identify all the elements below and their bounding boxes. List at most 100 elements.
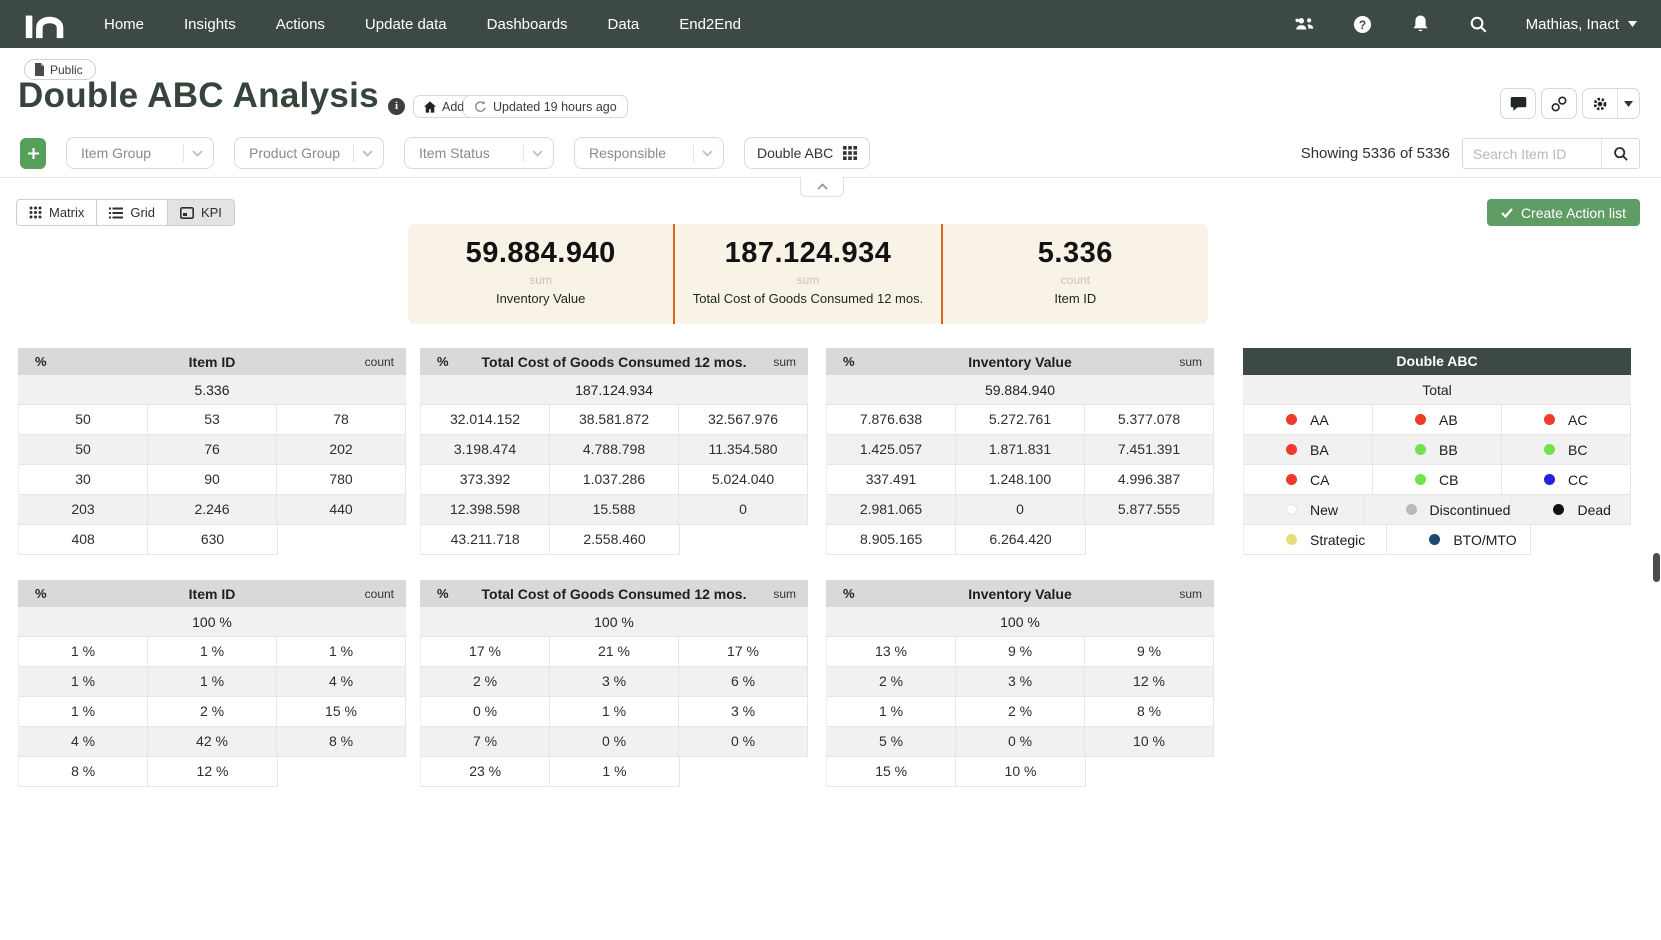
- table-cell: 1.248.100: [956, 465, 1085, 495]
- nav-item-home[interactable]: Home: [104, 16, 144, 33]
- table-cell: 408: [18, 525, 148, 555]
- table-row: 8.905.1656.264.420: [826, 525, 1214, 555]
- grid-3x3-icon: [843, 146, 857, 160]
- create-action-list-button[interactable]: Create Action list: [1487, 199, 1640, 226]
- kpi-value: 187.124.934: [675, 237, 940, 270]
- table-cell: 2 %: [956, 697, 1085, 727]
- legend-cell: CB: [1373, 465, 1502, 495]
- table-cell: 5.024.040: [679, 465, 808, 495]
- nav-item-dashboards[interactable]: Dashboards: [487, 16, 568, 33]
- table-cell: 1 %: [550, 757, 679, 787]
- table-cell: 17 %: [420, 637, 550, 667]
- legend-label: Discontinued: [1430, 503, 1511, 517]
- table-cell: 42 %: [148, 727, 277, 757]
- nav-item-update-data[interactable]: Update data: [365, 16, 447, 33]
- legend-cell: AB: [1373, 405, 1502, 435]
- legend-cell: CC: [1502, 465, 1631, 495]
- tab-kpi[interactable]: KPI: [167, 200, 234, 225]
- table-cell: 8 %: [18, 757, 148, 787]
- table-row: 17 %21 %17 %: [420, 637, 808, 667]
- table-row: 7 %0 %0 %: [420, 727, 808, 757]
- divider: [523, 145, 524, 162]
- table-row: 1 %1 %1 %: [18, 637, 406, 667]
- table-row: 373.3921.037.2865.024.040: [420, 465, 808, 495]
- table-cell: 4.996.387: [1085, 465, 1214, 495]
- table-row: 15 %10 %: [826, 757, 1214, 787]
- share-link-button[interactable]: [1541, 88, 1577, 119]
- table-cell: 10 %: [956, 757, 1085, 787]
- notifications-bell-icon[interactable]: [1410, 13, 1432, 35]
- table-row: 0 %1 %3 %: [420, 697, 808, 727]
- chevron-down-icon: [192, 150, 203, 157]
- table-row: 7.876.6385.272.7615.377.078: [826, 405, 1214, 435]
- table-row: 3.198.4744.788.79811.354.580: [420, 435, 808, 465]
- table-cell: 9 %: [1085, 637, 1214, 667]
- add-filter-button[interactable]: [20, 138, 46, 169]
- table-cell: 32.014.152: [420, 405, 550, 435]
- user-menu[interactable]: Mathias, Inact: [1526, 16, 1637, 33]
- aggregation-header: sum: [1162, 355, 1214, 369]
- table-cell: 2 %: [148, 697, 277, 727]
- table-cell: 12.398.598: [420, 495, 550, 525]
- nav-item-actions[interactable]: Actions: [276, 16, 325, 33]
- table-row: 1 %2 %8 %: [826, 697, 1214, 727]
- users-icon[interactable]: [1294, 13, 1316, 35]
- create-action-label: Create Action list: [1521, 205, 1626, 221]
- list-lines-icon: [109, 207, 123, 219]
- search-item-id-input[interactable]: [1463, 139, 1601, 168]
- table-cell: 6.264.420: [956, 525, 1085, 555]
- percent-column-header: %: [420, 586, 472, 601]
- tab-grid[interactable]: Grid: [96, 200, 167, 225]
- title-actions: [1500, 88, 1640, 119]
- legend-cell: Dead: [1511, 495, 1631, 525]
- filter-item-status[interactable]: Item Status: [404, 137, 554, 169]
- table-inventory-value-percent: % Inventory Value sum 100 % 13 %9 %9 %2 …: [826, 580, 1214, 787]
- table-cell: 0 %: [679, 727, 808, 757]
- table-row: 5076202: [18, 435, 406, 465]
- kpi-value: 5.336: [943, 237, 1208, 270]
- nav-item-data[interactable]: Data: [608, 16, 640, 33]
- table-total-cost: % Total Cost of Goods Consumed 12 mos. s…: [420, 348, 808, 555]
- table-cell: 15.588: [550, 495, 679, 525]
- link-chain-icon: [1551, 96, 1567, 112]
- info-icon[interactable]: i: [388, 98, 405, 115]
- help-icon[interactable]: ?: [1352, 13, 1374, 35]
- table-row: 2032.246440: [18, 495, 406, 525]
- search-button[interactable]: [1601, 139, 1639, 168]
- settings-more-button[interactable]: [1617, 89, 1639, 118]
- collapse-button[interactable]: [800, 177, 844, 197]
- filter-product-group[interactable]: Product Group: [234, 137, 384, 169]
- plus-icon: [27, 147, 40, 160]
- kpi-strip: 59.884.940 sum Inventory Value 187.124.9…: [408, 224, 1208, 324]
- filter-responsible[interactable]: Responsible: [574, 137, 724, 169]
- table-cell: 5.272.761: [956, 405, 1085, 435]
- speech-bubble-icon: [1510, 96, 1527, 111]
- tab-matrix[interactable]: Matrix: [17, 200, 96, 225]
- inact-logo-icon[interactable]: [24, 9, 68, 39]
- filter-item-group[interactable]: Item Group: [66, 137, 214, 169]
- chevron-down-icon: [532, 150, 543, 157]
- filter-double-abc[interactable]: Double ABC: [744, 137, 870, 169]
- nav-item-end2end[interactable]: End2End: [679, 16, 741, 33]
- legend-cell: AC: [1502, 405, 1631, 435]
- chevron-up-icon: [817, 183, 828, 190]
- percent-column-header: %: [18, 586, 70, 601]
- comment-button[interactable]: [1500, 88, 1536, 119]
- filter-bar-right: Showing 5336 of 5336: [1301, 138, 1640, 169]
- table-row: 1.425.0571.871.8317.451.391: [826, 435, 1214, 465]
- checkmark-icon: [1501, 208, 1513, 218]
- nav-item-insights[interactable]: Insights: [184, 16, 236, 33]
- updated-status[interactable]: Updated 19 hours ago: [463, 95, 628, 118]
- ab-dot: [1415, 414, 1426, 425]
- table-header: % Inventory Value sum: [826, 580, 1214, 607]
- legend-cell: Strategic: [1243, 525, 1387, 555]
- legend-label: AA: [1310, 413, 1329, 427]
- legend-row: NewDiscontinuedDead: [1243, 495, 1631, 525]
- refresh-icon: [474, 100, 487, 113]
- settings-gear-button[interactable]: [1583, 89, 1617, 118]
- table-cell: 4 %: [277, 667, 406, 697]
- table-cell: 4.788.798: [550, 435, 679, 465]
- search-icon[interactable]: [1468, 13, 1490, 35]
- home-icon: [424, 101, 436, 113]
- vertical-scrollbar-thumb[interactable]: [1653, 553, 1660, 582]
